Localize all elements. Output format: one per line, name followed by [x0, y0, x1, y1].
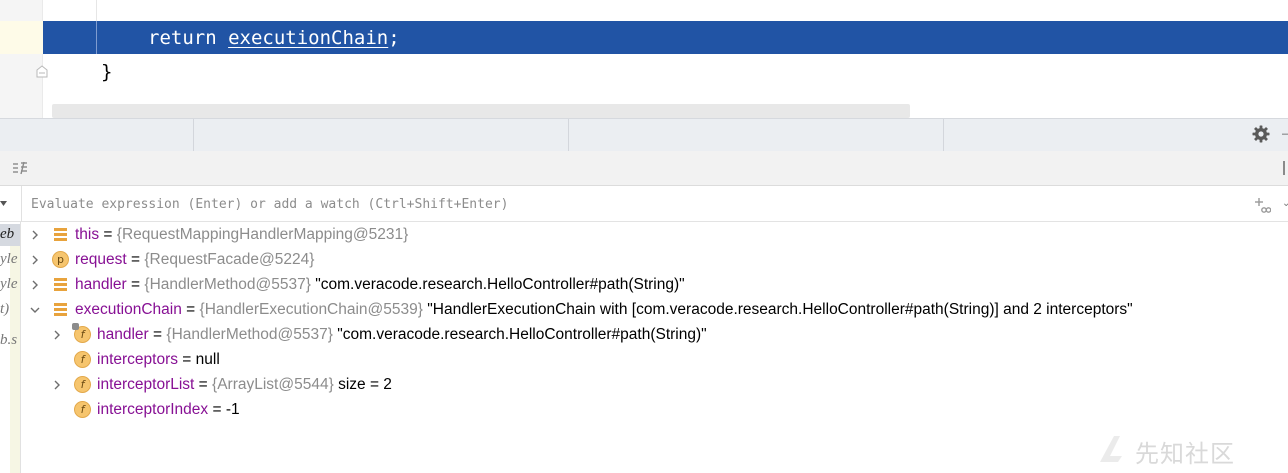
- frame-item[interactable]: yle: [0, 276, 17, 293]
- variable-value: "com.veracode.research.HelloController#p…: [332, 326, 707, 343]
- more-options-icon[interactable]: ⌄: [1282, 198, 1288, 209]
- variable-value: "com.veracode.research.HelloController#p…: [310, 276, 685, 293]
- variable-text: this = {RequestMappingHandlerMapping@523…: [75, 222, 408, 247]
- variable-type: {RequestMappingHandlerMapping@5231}: [116, 226, 409, 243]
- horizontal-scrollbar[interactable]: [52, 104, 910, 118]
- tab-divider: [943, 119, 944, 152]
- code-terminator: ;: [388, 27, 400, 49]
- indent-guide: [96, 21, 97, 54]
- tab-divider: [568, 119, 569, 152]
- toolbar-separator: [1283, 161, 1285, 175]
- variable-type: {RequestFacade@5224}: [144, 251, 315, 268]
- variable-row[interactable]: f interceptors = null: [22, 347, 1288, 372]
- evaluate-bar: [0, 186, 1288, 222]
- variable-type: {ArrayList@5544}: [212, 376, 334, 393]
- chevron-right-icon[interactable]: [30, 230, 40, 240]
- tab-divider: [193, 119, 194, 152]
- variable-row[interactable]: executionChain = {HandlerExecutionChain@…: [22, 297, 1288, 322]
- gutter-current-line: [0, 21, 43, 54]
- field-icon: f: [74, 401, 91, 418]
- chevron-down-icon[interactable]: [30, 305, 40, 315]
- variable-text: request = {RequestFacade@5224}: [75, 247, 314, 272]
- editor-gutter[interactable]: [0, 0, 43, 118]
- chevron-right-icon[interactable]: [52, 380, 62, 390]
- variable-text: handler = {HandlerMethod@5537} "com.vera…: [75, 272, 685, 297]
- variable-row[interactable]: f handler = {HandlerMethod@5537} "com.ver…: [22, 322, 1288, 347]
- variable-name: interceptorIndex: [97, 401, 209, 418]
- stack-variable-icon: [52, 301, 69, 318]
- frames-panel[interactable]: eb yle yle t) b.s: [0, 222, 21, 473]
- debug-toolbar: [0, 151, 1288, 186]
- final-marker-icon: [72, 323, 79, 330]
- variable-value: -1: [225, 401, 240, 418]
- variable-row[interactable]: p request = {RequestFacade@5224}: [22, 247, 1288, 272]
- parameter-icon: p: [52, 251, 69, 268]
- field-icon: f: [74, 351, 91, 368]
- variable-equals: =: [177, 351, 196, 368]
- variable-equals: =: [194, 376, 213, 393]
- frame-item[interactable]: eb: [0, 226, 14, 243]
- chevron-right-icon[interactable]: [30, 280, 40, 290]
- debug-tab-strip: [0, 118, 1288, 152]
- restore-layout-icon[interactable]: [11, 159, 29, 177]
- chevron-right-icon[interactable]: [52, 330, 62, 340]
- variable-name: handler: [75, 276, 127, 293]
- variable-name: request: [75, 251, 127, 268]
- variable-text: interceptors = null: [97, 347, 220, 372]
- code-keyword: return: [148, 27, 217, 49]
- hide-panel-icon[interactable]: ‒: [1282, 128, 1288, 140]
- variable-name: interceptors: [97, 351, 178, 368]
- fold-marker-icon[interactable]: [34, 63, 50, 79]
- code-editor[interactable]: return executionChain; }: [0, 0, 1288, 118]
- variable-row[interactable]: f interceptorList = {ArrayList@5544} size…: [22, 372, 1288, 397]
- variable-value: null: [195, 351, 220, 368]
- variable-equals: =: [208, 401, 226, 418]
- variable-equals: =: [148, 326, 167, 343]
- stack-variable-icon: [52, 276, 69, 293]
- variable-row[interactable]: handler = {HandlerMethod@5537} "com.vera…: [22, 272, 1288, 297]
- chevron-right-icon[interactable]: [30, 255, 40, 265]
- variable-text: executionChain = {HandlerExecutionChain@…: [75, 297, 1133, 322]
- watermark-text: 先知社区: [1135, 440, 1235, 468]
- gear-icon[interactable]: [1251, 124, 1271, 144]
- code-identifier[interactable]: executionChain: [228, 27, 388, 49]
- indent-guide: [96, 0, 97, 21]
- frame-item[interactable]: b.s: [0, 332, 17, 349]
- variable-type: {HandlerMethod@5537}: [166, 326, 333, 343]
- variable-value: "HandlerExecutionChain with [com.veracod…: [422, 301, 1133, 318]
- variable-name: this: [75, 226, 100, 243]
- frame-item[interactable]: t): [0, 301, 9, 318]
- collapse-arrow-icon[interactable]: [0, 199, 8, 209]
- evaluate-expression-input[interactable]: [22, 186, 1242, 222]
- variable-text: interceptorIndex = -1: [97, 397, 240, 422]
- add-watch-icon[interactable]: [1253, 196, 1271, 214]
- variable-type: {HandlerMethod@5537}: [144, 276, 311, 293]
- variable-text: handler = {HandlerMethod@5537} "com.vera…: [97, 322, 707, 347]
- field-icon: f: [74, 376, 91, 393]
- variable-name: interceptorList: [97, 376, 195, 393]
- variable-equals: =: [126, 276, 145, 293]
- variable-name: executionChain: [75, 301, 182, 318]
- variable-value: size = 2: [333, 376, 392, 393]
- variable-row[interactable]: this = {RequestMappingHandlerMapping@523…: [22, 222, 1288, 247]
- variable-equals: =: [181, 301, 200, 318]
- variable-equals: =: [126, 251, 145, 268]
- final-field-icon: f: [72, 323, 91, 343]
- variable-name: handler: [97, 326, 149, 343]
- code-line-brace[interactable]: }: [101, 61, 112, 83]
- variable-type: {HandlerExecutionChain@5539}: [199, 301, 423, 318]
- variable-text: interceptorList = {ArrayList@5544} size …: [97, 372, 392, 397]
- code-line-return[interactable]: return executionChain;: [148, 27, 400, 49]
- stack-variable-icon: [52, 226, 69, 243]
- variable-equals: =: [99, 226, 117, 243]
- frame-item[interactable]: yle: [0, 251, 17, 268]
- variable-row[interactable]: f interceptorIndex = -1: [22, 397, 1288, 422]
